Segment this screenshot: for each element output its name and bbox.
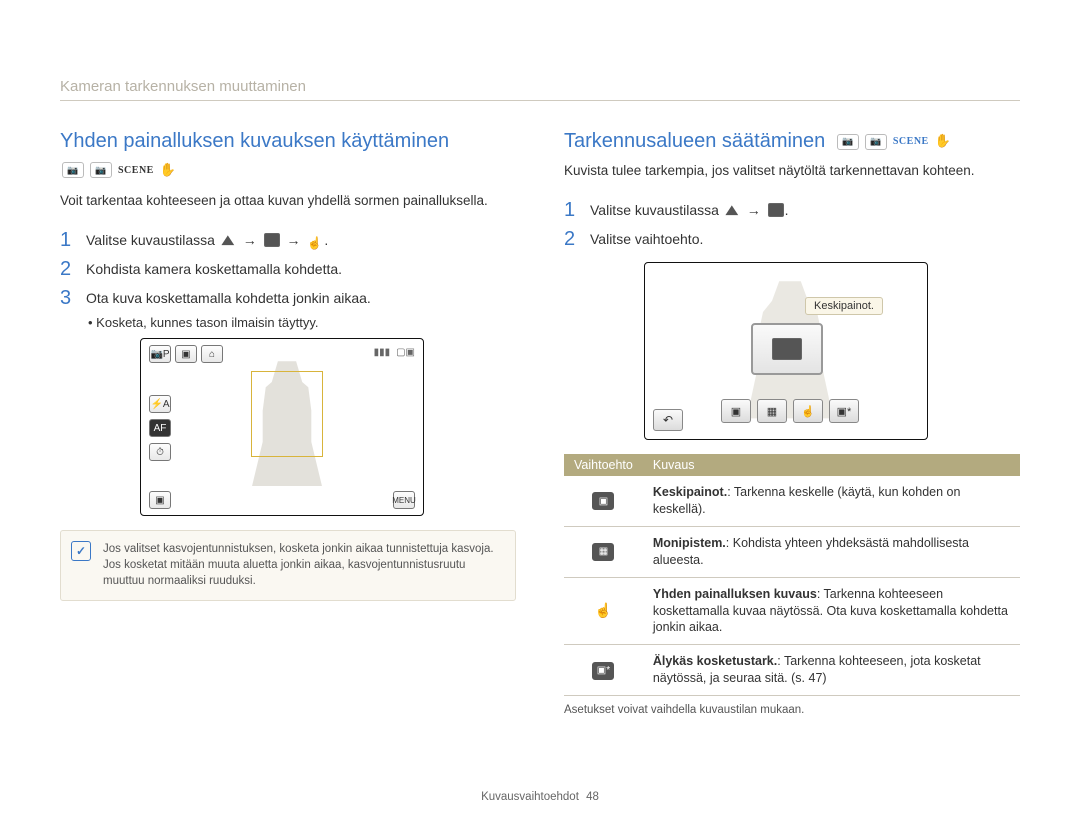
step-row: 2 Valitse vaihtoehto. bbox=[564, 225, 1020, 254]
timer-off-icon: ⏱ bbox=[149, 443, 171, 461]
lcd-bottom-left: ▣ bbox=[149, 491, 171, 509]
right-column: Tarkennusalueen säätäminen 📷 📷 SCENE ✋ K… bbox=[564, 128, 1020, 716]
center-option-button[interactable]: ▣ bbox=[721, 399, 751, 423]
lcd-left-column: ⚡A AF ⏱ bbox=[149, 395, 171, 461]
step-number: 1 bbox=[564, 200, 580, 221]
option-tooltip: Keskipainot. bbox=[805, 297, 883, 315]
flash-auto-icon: ⚡A bbox=[149, 395, 171, 413]
note-box: ✓ Jos valitset kasvojentunnistuksen, kos… bbox=[60, 530, 516, 600]
center-focus-icon: ▣ bbox=[592, 492, 614, 510]
table-row: ▣* Älykäs kosketustark.: Tarkenna kohtee… bbox=[564, 645, 1020, 696]
touch-shutter-icon: ☝ bbox=[307, 234, 323, 248]
left-intro: Voit tarkentaa kohteeseen ja ottaa kuvan… bbox=[60, 192, 516, 210]
camera-p-icon: 📷 bbox=[90, 162, 112, 178]
arrow-icon: → bbox=[284, 232, 302, 248]
step-1-text: Valitse kuvaustilassa bbox=[86, 232, 215, 248]
smart-touch-icon: ▣* bbox=[592, 662, 614, 680]
step-number: 1 bbox=[60, 230, 76, 251]
left-steps: 1 Valitse kuvaustilassa → → ☝. 2 Kohdist… bbox=[60, 226, 516, 313]
step-number: 3 bbox=[60, 288, 76, 309]
focus-option-row: ▣ ▦ ☝ ▣* bbox=[721, 399, 859, 423]
footer-page-number: 48 bbox=[586, 791, 599, 803]
camera-p-icon: 📷 bbox=[865, 134, 887, 150]
right-heading: Tarkennusalueen säätäminen 📷 📷 SCENE ✋ bbox=[564, 128, 1020, 154]
mode-p-icon: 📷P bbox=[149, 345, 171, 363]
footer-section: Kuvausvaihtoehdot bbox=[481, 791, 579, 803]
table-head-desc: Kuvaus bbox=[643, 454, 1020, 476]
up-triangle-icon bbox=[724, 203, 740, 217]
right-intro: Kuvista tulee tarkempia, jos valitset nä… bbox=[564, 162, 1020, 180]
lcd-bottom-right: MENU bbox=[393, 491, 415, 509]
step-sub-bullet: • Kosketa, kunnes tason ilmaisin täyttyy… bbox=[60, 315, 516, 330]
smart-option-button[interactable]: ▣* bbox=[829, 399, 859, 423]
up-triangle-icon bbox=[220, 233, 236, 247]
battery-icon: ▢▣ bbox=[396, 347, 415, 358]
camera-lcd-mock: 📷P ▣ ⌂ ▮▮▮ ▢▣ ⚡A AF ⏱ ▣ MENU bbox=[140, 338, 424, 516]
step-text: Valitse kuvaustilassa → . bbox=[590, 200, 1020, 221]
focus-mode-icon: ▣ bbox=[175, 345, 197, 363]
step-text: Kohdista kamera koskettamalla kohdetta. bbox=[86, 259, 516, 280]
camera-icon: 📷 bbox=[837, 134, 859, 150]
house-icon: ⌂ bbox=[201, 345, 223, 363]
table-head-option: Vaihtoehto bbox=[564, 454, 643, 476]
note-icon: ✓ bbox=[71, 541, 91, 561]
arrow-icon: → bbox=[241, 232, 259, 248]
left-heading: Yhden painalluksen kuvauksen käyttäminen bbox=[60, 128, 516, 154]
multi-option-button[interactable]: ▦ bbox=[757, 399, 787, 423]
content-columns: Yhden painalluksen kuvauksen käyttäminen… bbox=[60, 128, 1020, 716]
touch-shutter-icon: ☝ bbox=[592, 602, 614, 620]
playback-icon: ▣ bbox=[149, 491, 171, 509]
step-number: 2 bbox=[564, 229, 580, 250]
options-table: Vaihtoehto Kuvaus ▣ Keskipainot.: Tarken… bbox=[564, 454, 1020, 696]
sub-bullet-text: Kosketa, kunnes tason ilmaisin täyttyy. bbox=[96, 315, 318, 330]
multi-focus-icon: ▦ bbox=[592, 543, 614, 561]
af-icon: AF bbox=[149, 419, 171, 437]
arrow-icon: → bbox=[745, 202, 763, 218]
title-underline bbox=[60, 100, 1020, 101]
left-mode-icons: 📷 📷 SCENE ✋ bbox=[62, 162, 516, 178]
right-mode-icons: 📷 📷 SCENE ✋ bbox=[837, 133, 951, 150]
right-steps: 1 Valitse kuvaustilassa → . 2 Valitse va… bbox=[564, 196, 1020, 254]
step-row: 1 Valitse kuvaustilassa → → ☝. bbox=[60, 226, 516, 255]
step-1-text: Valitse kuvaustilassa bbox=[590, 202, 719, 218]
hand-icon: ✋ bbox=[935, 133, 951, 150]
table-row: ▣ Keskipainot.: Tarkenna keskelle (käytä… bbox=[564, 476, 1020, 526]
step-text: Valitse kuvaustilassa → → ☝. bbox=[86, 230, 516, 251]
step-number: 2 bbox=[60, 259, 76, 280]
step-row: 3 Ota kuva koskettamalla kohdetta jonkin… bbox=[60, 284, 516, 313]
camera-lcd-mock-right: Keskipainot. ▣ ▦ ☝ ▣* ↶ bbox=[644, 262, 928, 440]
term: Yhden painalluksen kuvaus bbox=[653, 587, 817, 601]
lcd-top-right: ▮▮▮ ▢▣ bbox=[374, 347, 415, 358]
page-footer: Kuvausvaihtoehdot 48 bbox=[0, 791, 1080, 803]
left-column: Yhden painalluksen kuvauksen käyttäminen… bbox=[60, 128, 516, 716]
back-button[interactable]: ↶ bbox=[653, 409, 683, 431]
scene-mode-label: SCENE bbox=[118, 165, 154, 176]
focus-area-icon bbox=[768, 203, 784, 217]
camera-icon: 📷 bbox=[62, 162, 84, 178]
option-highlight bbox=[751, 323, 823, 375]
step-text: Ota kuva koskettamalla kohdetta jonkin a… bbox=[86, 288, 516, 309]
focus-frame bbox=[251, 371, 323, 457]
touch-option-button[interactable]: ☝ bbox=[793, 399, 823, 423]
page-title: Kameran tarkennuksen muuttaminen bbox=[60, 78, 306, 95]
term: Monipistem. bbox=[653, 536, 726, 550]
table-footnote: Asetukset voivat vaihdella kuvaustilan m… bbox=[564, 704, 1020, 716]
scene-mode-label: SCENE bbox=[893, 135, 929, 148]
term: Keskipainot. bbox=[653, 485, 727, 499]
table-row: ▦ Monipistem.: Kohdista yhteen yhdeksäst… bbox=[564, 526, 1020, 577]
counter-icon: ▮▮▮ bbox=[374, 347, 391, 358]
term: Älykäs kosketustark. bbox=[653, 654, 777, 668]
step-row: 2 Kohdista kamera koskettamalla kohdetta… bbox=[60, 255, 516, 284]
focus-area-icon bbox=[264, 233, 280, 247]
step-text: Valitse vaihtoehto. bbox=[590, 229, 1020, 250]
note-text: Jos valitset kasvojentunnistuksen, koske… bbox=[103, 543, 494, 587]
right-heading-text: Tarkennusalueen säätäminen bbox=[564, 130, 825, 152]
step-row: 1 Valitse kuvaustilassa → . bbox=[564, 196, 1020, 225]
center-focus-icon bbox=[772, 338, 802, 360]
hand-icon: ✋ bbox=[160, 162, 176, 178]
menu-button[interactable]: MENU bbox=[393, 491, 415, 509]
table-row: ☝ Yhden painalluksen kuvaus: Tarkenna ko… bbox=[564, 577, 1020, 645]
